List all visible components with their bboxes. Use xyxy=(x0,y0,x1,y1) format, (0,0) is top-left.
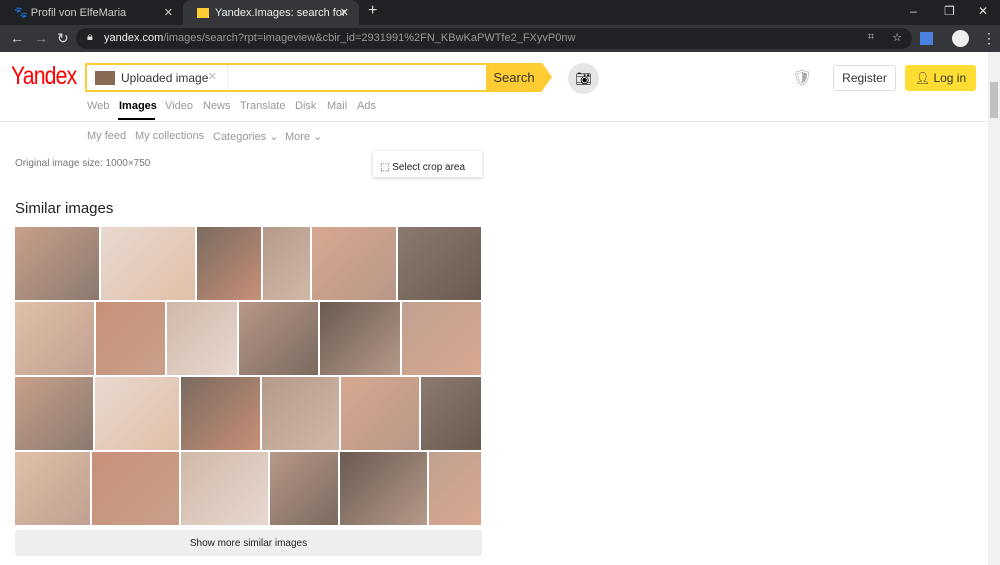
minimize-button[interactable]: – xyxy=(910,4,917,18)
similar-image[interactable] xyxy=(15,227,99,300)
similar-image[interactable] xyxy=(181,377,260,450)
similar-image[interactable] xyxy=(262,377,339,450)
subnav-more[interactable]: More ⌄ xyxy=(285,130,322,143)
subnav-categories[interactable]: Categories ⌄ xyxy=(213,130,278,143)
similar-image[interactable] xyxy=(181,452,268,525)
similar-image[interactable] xyxy=(15,377,93,450)
subnav-my-collections[interactable]: My collections xyxy=(135,130,204,142)
nav-web[interactable]: Web xyxy=(87,100,109,112)
close-tab-icon[interactable]: ✕ xyxy=(164,6,173,19)
similar-image[interactable] xyxy=(320,302,400,375)
translate-icon[interactable]: ⌗ xyxy=(868,31,874,44)
nav-news[interactable]: News xyxy=(203,100,231,112)
menu-icon[interactable]: ⋮ xyxy=(982,30,996,47)
reload-icon[interactable]: ↻ xyxy=(57,30,69,47)
profile-avatar[interactable] xyxy=(952,30,969,47)
similar-image[interactable] xyxy=(263,227,310,300)
user-icon: 👤︎ xyxy=(914,71,934,85)
subnav-my-feed[interactable]: My feed xyxy=(87,130,126,142)
url-input[interactable]: 🔒︎ yandex.com/images/search?rpt=imageview… xyxy=(76,28,912,49)
uploaded-image-thumbnail xyxy=(95,71,115,85)
nav-disk[interactable]: Disk xyxy=(295,100,316,112)
similar-image[interactable] xyxy=(421,377,481,450)
new-tab-button[interactable]: + xyxy=(368,2,377,20)
similar-image[interactable] xyxy=(101,227,195,300)
paw-icon: 🐾 xyxy=(14,7,31,19)
close-tab-icon[interactable]: ✕ xyxy=(340,6,349,19)
divider xyxy=(0,121,988,122)
clear-icon[interactable]: × xyxy=(208,68,217,85)
restore-button[interactable]: ❐ xyxy=(944,4,955,18)
close-window-button[interactable]: ✕ xyxy=(978,4,988,18)
similar-image[interactable] xyxy=(402,302,481,375)
similar-image[interactable] xyxy=(341,377,419,450)
similar-image[interactable] xyxy=(270,452,338,525)
similar-image[interactable] xyxy=(398,227,481,300)
similar-images-title: Similar images xyxy=(15,200,114,217)
nav-mail[interactable]: Mail xyxy=(327,100,347,112)
camera-icon[interactable]: 📷︎ xyxy=(568,63,599,94)
similar-image[interactable] xyxy=(15,302,94,375)
crop-icon: ⬚ xyxy=(380,161,393,173)
shield-icon[interactable]: 🛡︎ xyxy=(792,68,812,88)
original-image-size: Original image size: 1000×750 xyxy=(15,158,151,169)
extension-icon[interactable] xyxy=(920,32,933,45)
similar-image[interactable] xyxy=(96,302,165,375)
similar-image[interactable] xyxy=(197,227,261,300)
nav-ads[interactable]: Ads xyxy=(357,100,376,112)
similar-image[interactable] xyxy=(167,302,237,375)
search-button[interactable]: Search xyxy=(486,63,552,92)
similar-image[interactable] xyxy=(239,302,318,375)
scrollbar[interactable] xyxy=(988,52,1000,565)
nav-images[interactable]: Images xyxy=(119,100,157,112)
yandex-images-icon xyxy=(197,7,209,18)
similar-image[interactable] xyxy=(95,377,179,450)
similar-image[interactable] xyxy=(15,452,90,525)
similar-image[interactable] xyxy=(340,452,427,525)
tab-bar: 🐾 Profil von ElfeMaria ✕ Yandex.Images: s… xyxy=(0,0,1000,25)
login-button[interactable]: 👤︎ Log in xyxy=(905,65,976,91)
search-input[interactable]: Uploaded image × xyxy=(85,63,486,92)
select-crop-area-button[interactable]: ⬚ Select crop area xyxy=(373,151,482,177)
address-bar: ← → ↻ 🔒︎ yandex.com/images/search?rpt=ima… xyxy=(0,25,1000,52)
tab-profile[interactable]: 🐾 Profil von ElfeMaria ✕ xyxy=(0,0,183,25)
register-button[interactable]: Register xyxy=(833,65,896,91)
back-icon[interactable]: ← xyxy=(10,30,24,46)
star-icon[interactable]: ☆ xyxy=(892,31,902,44)
forward-icon[interactable]: → xyxy=(34,30,48,46)
active-tab-underline xyxy=(118,118,155,120)
tab-yandex[interactable]: Yandex.Images: search for image✕ xyxy=(183,0,359,25)
nav-translate[interactable]: Translate xyxy=(240,100,285,112)
lock-icon: 🔒︎ xyxy=(87,31,93,43)
nav-video[interactable]: Video xyxy=(165,100,193,112)
similar-image[interactable] xyxy=(429,452,481,525)
show-more-button[interactable]: Show more similar images xyxy=(15,530,482,556)
scrollbar-thumb[interactable] xyxy=(990,82,998,118)
similar-image[interactable] xyxy=(92,452,179,525)
yandex-logo[interactable]: Yandex xyxy=(11,62,77,91)
similar-image[interactable] xyxy=(312,227,396,300)
